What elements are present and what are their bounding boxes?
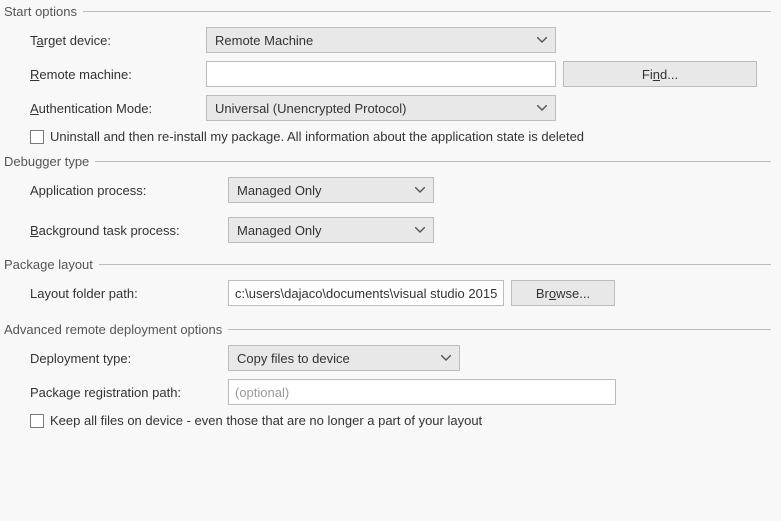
group-header: Debugger type bbox=[4, 154, 771, 169]
row-keep-files-checkbox: Keep all files on device - even those th… bbox=[30, 413, 771, 428]
group-debugger-type: Debugger type Application process: Backg… bbox=[4, 154, 771, 243]
keep-files-checkbox[interactable] bbox=[30, 414, 44, 428]
group-title: Start options bbox=[4, 4, 83, 19]
app-process-label: Application process: bbox=[30, 183, 228, 198]
group-title: Debugger type bbox=[4, 154, 95, 169]
divider bbox=[83, 11, 771, 12]
remote-machine-label: Remote machine: bbox=[30, 67, 206, 82]
group-start-options: Start options Target device: Remote mach… bbox=[4, 4, 771, 144]
target-device-select[interactable] bbox=[206, 27, 556, 53]
bg-process-select[interactable] bbox=[228, 217, 434, 243]
layout-folder-path-label: Layout folder path: bbox=[30, 286, 228, 301]
group-header: Start options bbox=[4, 4, 771, 19]
deployment-type-label: Deployment type: bbox=[30, 351, 228, 366]
group-package-layout: Package layout Layout folder path: Brows… bbox=[4, 257, 771, 306]
row-target-device: Target device: bbox=[30, 27, 771, 53]
row-deployment-type: Deployment type: bbox=[30, 345, 771, 371]
uninstall-checkbox[interactable] bbox=[30, 130, 44, 144]
registration-path-label: Package registration path: bbox=[30, 385, 228, 400]
divider bbox=[99, 264, 771, 265]
uninstall-checkbox-label: Uninstall and then re-install my package… bbox=[50, 129, 584, 144]
group-advanced-remote: Advanced remote deployment options Deplo… bbox=[4, 322, 771, 428]
deployment-type-select[interactable] bbox=[228, 345, 460, 371]
group-header: Advanced remote deployment options bbox=[4, 322, 771, 337]
row-bg-process: Background task process: bbox=[30, 217, 771, 243]
debug-properties-panel: Start options Target device: Remote mach… bbox=[0, 0, 781, 448]
divider bbox=[95, 161, 771, 162]
browse-button[interactable]: Browse... bbox=[511, 280, 615, 306]
find-button[interactable]: Find... bbox=[563, 61, 757, 87]
layout-folder-path-input[interactable] bbox=[228, 280, 504, 306]
target-device-label: Target device: bbox=[30, 33, 206, 48]
registration-path-input[interactable] bbox=[228, 379, 616, 405]
app-process-select[interactable] bbox=[228, 177, 434, 203]
row-app-process: Application process: bbox=[30, 177, 771, 203]
row-auth-mode: Authentication Mode: bbox=[30, 95, 771, 121]
bg-process-label: Background task process: bbox=[30, 223, 228, 238]
divider bbox=[228, 329, 771, 330]
auth-mode-label: Authentication Mode: bbox=[30, 101, 206, 116]
row-layout-folder-path: Layout folder path: Browse... bbox=[30, 280, 771, 306]
keep-files-checkbox-label: Keep all files on device - even those th… bbox=[50, 413, 482, 428]
remote-machine-input[interactable] bbox=[206, 61, 556, 87]
row-registration-path: Package registration path: bbox=[30, 379, 771, 405]
row-remote-machine: Remote machine: Find... bbox=[30, 61, 771, 87]
group-title: Advanced remote deployment options bbox=[4, 322, 228, 337]
auth-mode-select[interactable] bbox=[206, 95, 556, 121]
group-header: Package layout bbox=[4, 257, 771, 272]
row-uninstall-checkbox: Uninstall and then re-install my package… bbox=[30, 129, 771, 144]
group-title: Package layout bbox=[4, 257, 99, 272]
